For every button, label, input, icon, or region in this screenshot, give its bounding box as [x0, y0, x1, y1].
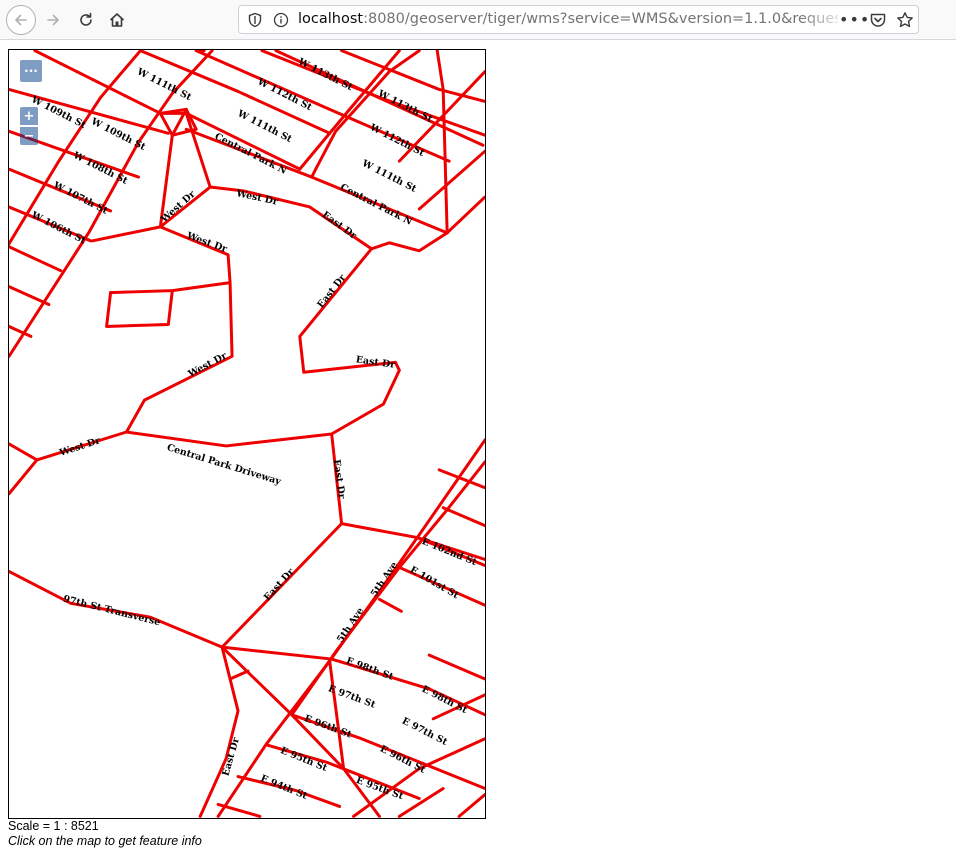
- zoom-out-button[interactable]: −: [20, 127, 38, 145]
- road-label: East Dr: [355, 354, 397, 371]
- road-label: W 106th St: [29, 209, 88, 246]
- road-label: 5th Ave: [369, 560, 400, 599]
- road: [417, 149, 485, 211]
- reload-icon: [80, 12, 92, 26]
- url-text[interactable]: localhost:8080/geoserver/tiger/wms?servi…: [298, 11, 838, 27]
- forward-button[interactable]: [38, 5, 68, 35]
- road: [109, 281, 232, 295]
- road-label: W 109th St: [88, 116, 147, 153]
- info-icon[interactable]: [273, 12, 289, 32]
- scale-text: Scale = 1 : 8521: [8, 819, 99, 833]
- road: [441, 506, 485, 528]
- road-label: East Dr: [220, 735, 242, 777]
- bookmark-star-icon[interactable]: [896, 11, 914, 33]
- feature-info-hint: Click on the map to get feature info: [8, 834, 202, 848]
- road-label: E 94th St: [259, 773, 309, 802]
- zoom-in-button[interactable]: +: [20, 107, 38, 125]
- road-label: West Dr: [234, 188, 279, 208]
- road-label: W 113th St: [296, 56, 355, 93]
- road-label: W 112th St: [255, 76, 314, 113]
- home-button[interactable]: [102, 5, 132, 35]
- road: [445, 195, 485, 235]
- road: [427, 653, 485, 681]
- road: [369, 231, 449, 253]
- road-label: E 97th St: [400, 716, 450, 749]
- road: [457, 792, 485, 818]
- road: [125, 430, 334, 448]
- shield-icon[interactable]: [247, 12, 263, 32]
- page-actions-icon[interactable]: •••: [839, 10, 870, 29]
- road: [435, 50, 449, 235]
- road-labels: W 113th St W 113th St W 111th St W 112th…: [29, 56, 479, 802]
- road: [9, 442, 39, 462]
- road: [9, 285, 51, 307]
- road: [377, 597, 403, 613]
- road-label: West Dr: [184, 230, 229, 255]
- road-label: 5th Ave: [335, 606, 366, 645]
- road: [198, 645, 240, 818]
- road-label: W 108th St: [70, 150, 129, 187]
- map-viewport[interactable]: W 113th St W 113th St W 111th St W 112th…: [8, 49, 486, 819]
- road-label: East Dr: [262, 566, 297, 603]
- road-label: E 96th St: [303, 713, 354, 740]
- home-icon: [109, 13, 125, 27]
- road-label: E 98th St: [420, 684, 470, 717]
- road-label: East Dr: [315, 272, 349, 311]
- road-label: W 113th St: [375, 88, 434, 125]
- road-label: West Dr: [186, 350, 230, 380]
- road-label: East Dr: [331, 459, 348, 501]
- url-host: localhost: [298, 11, 364, 27]
- road: [105, 289, 174, 328]
- road-label: E 98th St: [345, 656, 396, 683]
- road-label: W 111th St: [134, 66, 193, 103]
- road-label: W 111th St: [359, 158, 418, 195]
- road-label: E 96th St: [378, 744, 428, 777]
- road-label: Central Park Driveway: [165, 442, 282, 487]
- road-label: W 107th St: [51, 179, 110, 216]
- road: [9, 245, 63, 273]
- road-label: West Dr: [57, 435, 102, 459]
- road-label: East Dr: [320, 209, 359, 242]
- road-label: E 101st St: [408, 564, 461, 601]
- map-canvas[interactable]: W 113th St W 113th St W 111th St W 112th…: [9, 50, 485, 818]
- reload-button[interactable]: [71, 5, 101, 35]
- back-button[interactable]: [6, 5, 36, 35]
- url-bar[interactable]: localhost:8080/geoserver/tiger/wms?servi…: [238, 5, 919, 34]
- road-network: [9, 50, 485, 818]
- arrow-right-icon: [47, 14, 59, 26]
- arrow-left-icon: [15, 14, 27, 26]
- layer-switcher-button[interactable]: ···: [20, 60, 42, 82]
- road-label: E 102nd St: [420, 536, 479, 568]
- road: [328, 659, 346, 771]
- road-label: 97th St Transverse: [62, 594, 161, 629]
- url-path: :8080/geoserver/tiger/wms?service=WMS&ve…: [363, 11, 838, 27]
- road: [228, 669, 250, 681]
- pocket-icon[interactable]: [869, 11, 887, 33]
- browser-toolbar: localhost:8080/geoserver/tiger/wms?servi…: [0, 0, 956, 40]
- road: [216, 802, 262, 818]
